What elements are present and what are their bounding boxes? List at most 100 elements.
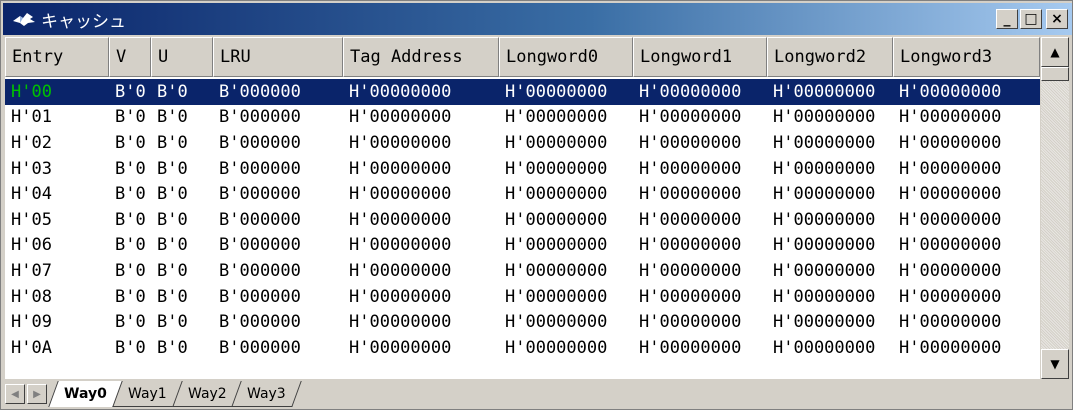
table-cell: H'00000000: [505, 132, 608, 153]
column-header-longword3[interactable]: Longword3: [893, 37, 1040, 77]
table-cell: H'00000000: [773, 184, 876, 205]
table-row[interactable]: H'08 B'0 B'0 B'000000 H'00000000 H'00000000 H'…: [5, 284, 1040, 310]
close-button[interactable]: ×: [1046, 9, 1068, 29]
cache-grid: Entry V U LRU Tag Address Longword0 Longword1 L…: [5, 37, 1040, 379]
table-cell: H'00000000: [773, 158, 876, 179]
table-cell: H'00000000: [899, 107, 1002, 128]
tab-label: Way2: [187, 385, 227, 402]
table-cell: H'00000000: [899, 81, 1002, 102]
table-row[interactable]: H'03 B'0 B'0 B'000000 H'00000000 H'00000000 H'…: [5, 156, 1040, 182]
table-cell: B'0: [157, 286, 188, 307]
table-cell: H'00000000: [349, 235, 452, 256]
tab-label: Way1: [128, 385, 167, 402]
table-cell: H'04: [11, 184, 52, 205]
table-cell: H'00000000: [773, 337, 876, 358]
table-cell: B'000000: [219, 107, 301, 128]
table-cell: H'00: [11, 81, 52, 102]
column-header-longword2[interactable]: Longword2: [767, 37, 893, 77]
column-header-v[interactable]: V: [109, 37, 151, 77]
arrow-up-icon: ▲: [1050, 45, 1060, 59]
table-cell: H'00000000: [505, 337, 608, 358]
table-cell: H'00000000: [773, 312, 876, 333]
table-cell: B'000000: [219, 158, 301, 179]
table-cell: B'000000: [219, 184, 301, 205]
table-cell: H'00000000: [899, 132, 1002, 153]
cache-app-icon: [9, 7, 39, 31]
table-cell: B'0: [115, 184, 146, 205]
table-cell: H'00000000: [773, 286, 876, 307]
table-row[interactable]: H'05 B'0 B'0 B'000000 H'00000000 H'00000000 H'…: [5, 207, 1040, 233]
minimize-button[interactable]: _: [996, 9, 1018, 29]
table-cell: H'00000000: [899, 260, 1002, 281]
table-cell: H'00000000: [505, 209, 608, 230]
table-cell: B'0: [115, 312, 146, 333]
column-header-longword0[interactable]: Longword0: [499, 37, 633, 77]
table-cell: H'00000000: [505, 286, 608, 307]
table-cell: H'00000000: [639, 260, 742, 281]
table-cell: H'00000000: [639, 107, 742, 128]
table-cell: H'00000000: [349, 184, 452, 205]
table-cell: H'00000000: [639, 312, 742, 333]
window-controls: _ □ ×: [996, 9, 1068, 29]
table-cell: H'00000000: [349, 337, 452, 358]
table-row[interactable]: H'09 B'0 B'0 B'000000 H'00000000 H'00000000 H'…: [5, 309, 1040, 335]
way-tab-bar: ◀ ▶ Way0 Way1 Way2 Way3: [5, 381, 1069, 407]
column-header-longword1[interactable]: Longword1: [633, 37, 767, 77]
arrow-right-icon: ▶: [33, 388, 41, 400]
table-cell: H'00000000: [773, 235, 876, 256]
tab-way3[interactable]: Way3: [231, 381, 302, 407]
table-row[interactable]: H'0A B'0 B'0 B'000000 H'00000000 H'00000000 H'…: [5, 335, 1040, 361]
table-row[interactable]: H'01 B'0 B'0 B'000000 H'00000000 H'00000000 H'…: [5, 105, 1040, 131]
table-cell: H'00000000: [899, 209, 1002, 230]
maximize-button[interactable]: □: [1020, 9, 1042, 29]
table-cell: H'00000000: [899, 286, 1002, 307]
tab-way0[interactable]: Way0: [48, 381, 122, 407]
table-cell: B'0: [115, 107, 146, 128]
column-header-entry[interactable]: Entry: [5, 37, 109, 77]
tab-label: Way0: [64, 386, 107, 402]
table-cell: H'05: [11, 209, 52, 230]
title-bar[interactable]: キャッシュ _ □ ×: [3, 3, 1072, 35]
vertical-scrollbar[interactable]: ▲ ▼: [1041, 37, 1069, 379]
table-cell: B'0: [115, 209, 146, 230]
table-cell: H'0A: [11, 337, 52, 358]
table-cell: B'000000: [219, 337, 301, 358]
table-cell: B'0: [157, 312, 188, 333]
table-cell: H'00000000: [639, 337, 742, 358]
table-cell: H'00000000: [899, 312, 1002, 333]
way-tabs: Way0 Way1 Way2 Way3: [48, 381, 302, 407]
table-cell: B'0: [157, 337, 188, 358]
tab-way1[interactable]: Way1: [112, 381, 182, 407]
column-header-row: Entry V U LRU Tag Address Longword0 Longword1 L…: [5, 37, 1040, 77]
table-cell: B'0: [157, 209, 188, 230]
column-header-lru[interactable]: LRU: [213, 37, 343, 77]
table-cell: B'0: [115, 286, 146, 307]
table-cell: H'00000000: [773, 81, 876, 102]
table-cell: B'0: [157, 260, 188, 281]
column-header-u[interactable]: U: [151, 37, 213, 77]
tab-scroll-left-button[interactable]: ◀: [5, 384, 25, 404]
column-header-tag-address[interactable]: Tag Address: [343, 37, 499, 77]
table-row[interactable]: H'07 B'0 B'0 B'000000 H'00000000 H'00000000 H'…: [5, 258, 1040, 284]
table-row[interactable]: H'04 B'0 B'0 B'000000 H'00000000 H'00000000 H'…: [5, 181, 1040, 207]
table-cell: H'00000000: [639, 286, 742, 307]
scroll-up-button[interactable]: ▲: [1041, 37, 1069, 67]
table-cell: H'00000000: [899, 184, 1002, 205]
table-cell: B'0: [115, 81, 146, 102]
table-row[interactable]: H'06 B'0 B'0 B'000000 H'00000000 H'00000000 H'…: [5, 233, 1040, 259]
table-cell: H'00000000: [773, 132, 876, 153]
table-cell: H'00000000: [899, 158, 1002, 179]
scroll-down-button[interactable]: ▼: [1041, 349, 1069, 379]
table-row[interactable]: H'00 B'0 B'0 B'000000 H'00000000 H'00000000 H'…: [5, 79, 1040, 105]
tab-scroll-right-button[interactable]: ▶: [27, 384, 47, 404]
table-cell: H'00000000: [349, 209, 452, 230]
scroll-thumb[interactable]: [1041, 67, 1069, 81]
table-cell: H'00000000: [349, 260, 452, 281]
table-cell: B'0: [157, 158, 188, 179]
table-cell: H'00000000: [349, 286, 452, 307]
table-row[interactable]: H'02 B'0 B'0 B'000000 H'00000000 H'00000000 H'…: [5, 130, 1040, 156]
tab-way2[interactable]: Way2: [171, 381, 241, 407]
table-cell: H'00000000: [505, 184, 608, 205]
table-cell: H'00000000: [773, 107, 876, 128]
table-cell: H'00000000: [639, 81, 742, 102]
